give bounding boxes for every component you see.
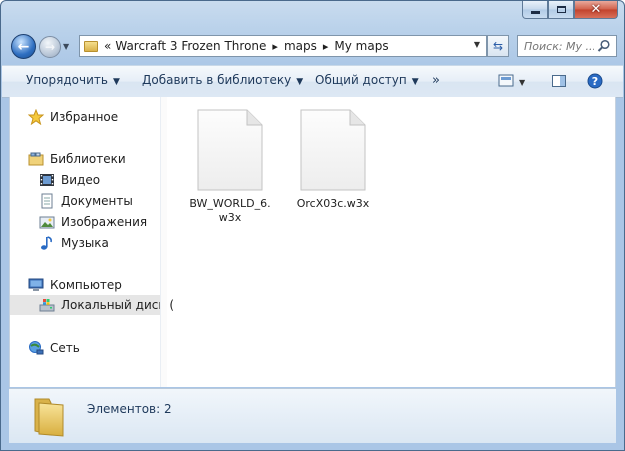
blank-file-icon bbox=[197, 109, 263, 191]
document-icon bbox=[39, 193, 55, 209]
search-box[interactable] bbox=[517, 35, 617, 57]
add-to-library-button[interactable]: Добавить в библиотеку ▼ bbox=[142, 73, 303, 87]
organize-label: Упорядочить bbox=[26, 73, 108, 87]
folder-icon bbox=[34, 398, 64, 437]
share-label: Общий доступ bbox=[315, 73, 407, 87]
sidebar-item-label: Видео bbox=[61, 173, 101, 187]
sidebar-item-network[interactable]: Сеть bbox=[28, 338, 80, 358]
file-name: BW_WORLD_6.w3x bbox=[189, 197, 271, 224]
sidebar-item-label: Музыка bbox=[61, 236, 109, 250]
computer-icon bbox=[28, 277, 44, 293]
explorer-window: ✕ ← → ▼ « Warcraft 3 Frozen Throne ▸ map… bbox=[0, 0, 625, 451]
sidebar-item-local-disk[interactable]: Локальный диск ( bbox=[10, 295, 174, 315]
command-bar: Упорядочить ▼ Добавить в библиотеку ▼ Общи… bbox=[2, 65, 623, 98]
file-list: BW_WORLD_6.w3x OrcX03c.w3x bbox=[170, 97, 615, 387]
breadcrumb-overflow[interactable]: « bbox=[104, 39, 111, 53]
sidebar-item-label: Документы bbox=[61, 194, 133, 208]
breadcrumb-maps[interactable]: maps bbox=[284, 39, 317, 53]
chevron-down-icon: ▼ bbox=[296, 77, 304, 87]
chevron-down-icon: ▼ bbox=[112, 77, 120, 87]
chevron-down-icon: ▼ bbox=[411, 77, 419, 87]
address-bar[interactable]: « Warcraft 3 Frozen Throne ▸ maps ▸ My m… bbox=[79, 35, 487, 57]
sidebar-item-label: Сеть bbox=[50, 341, 80, 355]
sidebar-item-libraries[interactable]: Библиотеки bbox=[28, 149, 126, 169]
drive-icon bbox=[39, 297, 55, 313]
navigation-pane-scroll-edge[interactable] bbox=[160, 97, 167, 387]
arrow-right-icon: → bbox=[44, 40, 56, 54]
help-icon[interactable]: ? bbox=[587, 73, 603, 89]
sidebar-item-computer[interactable]: Компьютер bbox=[28, 275, 122, 295]
file-item[interactable]: OrcX03c.w3x bbox=[288, 97, 378, 211]
library-icon bbox=[28, 151, 44, 167]
sidebar-item-label: Компьютер bbox=[50, 278, 122, 292]
sidebar-item-label: Избранное bbox=[50, 110, 119, 124]
details-pane: Элементов: 2 bbox=[9, 388, 616, 443]
back-button[interactable]: ← bbox=[11, 34, 36, 59]
sidebar-item-images[interactable]: Изображения bbox=[39, 212, 147, 232]
view-options-icon[interactable]: ▼ bbox=[498, 73, 528, 89]
refresh-button[interactable]: ⇆ bbox=[487, 35, 509, 57]
breadcrumb-warcraft[interactable]: Warcraft 3 Frozen Throne bbox=[115, 39, 266, 53]
content-area: Избранное Библиотеки Видео Документы Изо… bbox=[9, 97, 616, 387]
maximize-icon bbox=[556, 6, 566, 13]
minimize-icon bbox=[530, 11, 540, 14]
forward-button[interactable]: → bbox=[39, 36, 61, 58]
preview-pane-icon[interactable] bbox=[551, 73, 567, 89]
search-icon[interactable] bbox=[597, 39, 611, 53]
navigation-bar: ← → ▼ « Warcraft 3 Frozen Throne ▸ maps … bbox=[1, 31, 624, 61]
network-icon bbox=[28, 340, 44, 356]
svg-text:▼: ▼ bbox=[519, 78, 526, 87]
blank-file-icon bbox=[300, 109, 366, 191]
picture-icon bbox=[39, 214, 55, 230]
search-input[interactable] bbox=[524, 39, 594, 53]
share-button[interactable]: Общий доступ ▼ bbox=[315, 73, 419, 87]
breadcrumb-separator-icon[interactable]: ▸ bbox=[323, 40, 329, 53]
sidebar-item-label: Локальный диск ( bbox=[61, 298, 175, 312]
organize-button[interactable]: Упорядочить ▼ bbox=[26, 73, 120, 87]
chevron-down-icon: ▼ bbox=[63, 42, 70, 51]
minimize-button[interactable] bbox=[522, 1, 548, 19]
close-icon: ✕ bbox=[590, 2, 602, 17]
music-note-icon bbox=[39, 235, 55, 251]
more-commands-button[interactable]: » bbox=[432, 73, 440, 88]
refresh-icon: ⇆ bbox=[492, 39, 504, 53]
close-button[interactable]: ✕ bbox=[574, 1, 618, 19]
caption-buttons: ✕ bbox=[522, 1, 618, 20]
file-item[interactable]: BW_WORLD_6.w3x bbox=[185, 97, 275, 225]
sidebar-item-documents[interactable]: Документы bbox=[39, 191, 133, 211]
recent-pages-button[interactable]: ▼ bbox=[63, 42, 69, 51]
breadcrumb-my-maps[interactable]: My maps bbox=[334, 39, 388, 53]
film-icon bbox=[39, 172, 55, 188]
sidebar-item-music[interactable]: Музыка bbox=[39, 233, 109, 253]
maximize-button[interactable] bbox=[548, 1, 574, 19]
sidebar-item-video[interactable]: Видео bbox=[39, 170, 100, 190]
star-icon bbox=[28, 109, 44, 125]
sidebar-item-favorites[interactable]: Избранное bbox=[28, 107, 118, 127]
sidebar-item-label: Изображения bbox=[61, 215, 148, 229]
address-dropdown-icon[interactable]: ▼ bbox=[474, 40, 480, 49]
navigation-pane[interactable]: Избранное Библиотеки Видео Документы Изо… bbox=[10, 97, 174, 387]
arrow-left-icon: ← bbox=[17, 38, 30, 55]
breadcrumb-separator-icon[interactable]: ▸ bbox=[272, 40, 278, 53]
add-to-library-label: Добавить в библиотеку bbox=[142, 73, 292, 87]
svg-text:?: ? bbox=[592, 75, 598, 88]
item-count: Элементов: 2 bbox=[87, 402, 172, 416]
folder-icon bbox=[84, 40, 98, 52]
file-name: OrcX03c.w3x bbox=[296, 197, 370, 210]
sidebar-item-label: Библиотеки bbox=[50, 152, 126, 166]
